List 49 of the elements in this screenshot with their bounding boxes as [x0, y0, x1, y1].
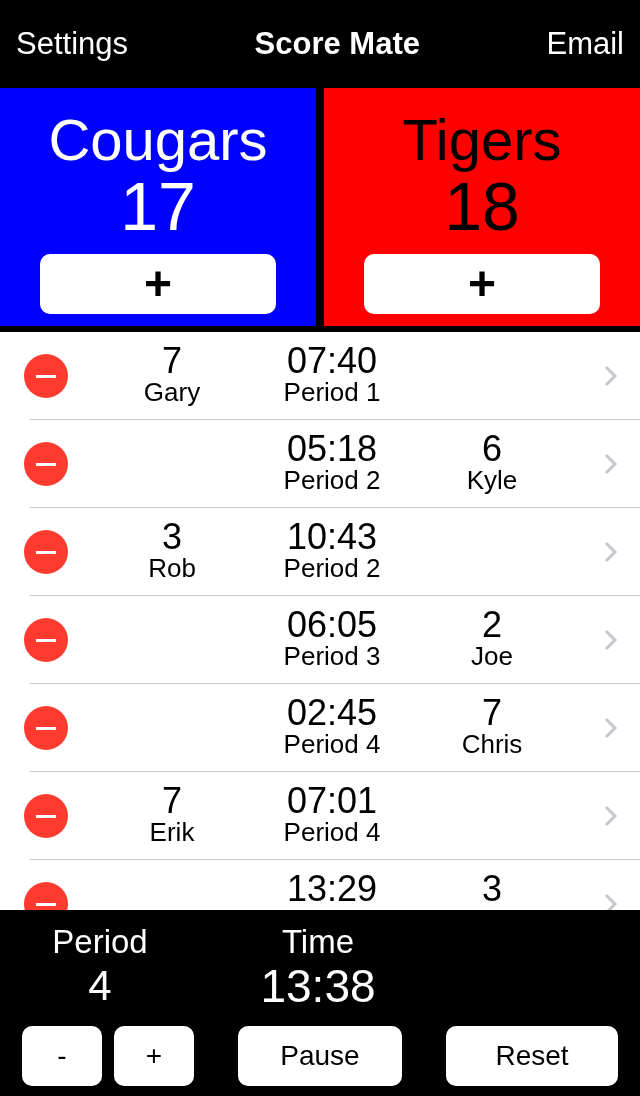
event-time: 06:05: [286, 608, 378, 642]
clock-time: 13:38: [260, 962, 376, 1010]
delete-icon[interactable]: [24, 794, 68, 838]
add-score-button[interactable]: +: [364, 254, 600, 314]
settings-link[interactable]: Settings: [16, 20, 128, 68]
points: 7: [162, 784, 182, 818]
points: 2: [482, 608, 502, 642]
points: 7: [482, 696, 502, 730]
event-time: 02:45: [286, 696, 378, 730]
increment-button[interactable]: +: [114, 1026, 194, 1086]
event-period: Period 2: [283, 466, 381, 494]
points: 7: [162, 344, 182, 378]
event-period: Period 4: [283, 730, 381, 758]
email-link[interactable]: Email: [546, 20, 624, 68]
team-score: 17: [120, 172, 196, 240]
delete-icon[interactable]: [24, 706, 68, 750]
event-period: Period 3: [283, 642, 381, 670]
pause-button[interactable]: Pause: [238, 1026, 402, 1086]
delete-icon[interactable]: [24, 442, 68, 486]
delete-icon[interactable]: [24, 618, 68, 662]
decrement-button[interactable]: -: [22, 1026, 102, 1086]
event-time: 05:18: [286, 432, 378, 466]
team-score: 18: [444, 172, 520, 240]
event-time: 13:29: [286, 872, 378, 906]
points: 6: [482, 432, 502, 466]
delete-icon[interactable]: [24, 354, 68, 398]
reset-button[interactable]: Reset: [446, 1026, 618, 1086]
event-time: 07:40: [286, 344, 378, 378]
points: 3: [162, 520, 182, 554]
player-name: Joe: [471, 642, 513, 670]
app-title: Score Mate: [254, 24, 420, 63]
player-name: Rob: [148, 554, 196, 582]
player-name: Erik: [149, 818, 195, 846]
event-time: 07:01: [286, 784, 378, 818]
points: 3: [482, 872, 502, 906]
event-time: 10:43: [286, 520, 378, 554]
player-name: Kyle: [466, 466, 518, 494]
period-label: Period: [52, 922, 148, 962]
player-name: Chris: [461, 730, 523, 758]
player-name: Gary: [143, 378, 201, 406]
delete-icon[interactable]: [24, 530, 68, 574]
event-period: Period 4: [283, 818, 381, 846]
time-label: Time: [281, 922, 355, 962]
event-period: Period 1: [283, 378, 381, 406]
team-name: Tigers: [402, 108, 562, 172]
add-score-button[interactable]: +: [40, 254, 276, 314]
period-value: 4: [88, 962, 112, 1010]
event-period: Period 2: [283, 554, 381, 582]
team-name: Cougars: [48, 108, 268, 172]
